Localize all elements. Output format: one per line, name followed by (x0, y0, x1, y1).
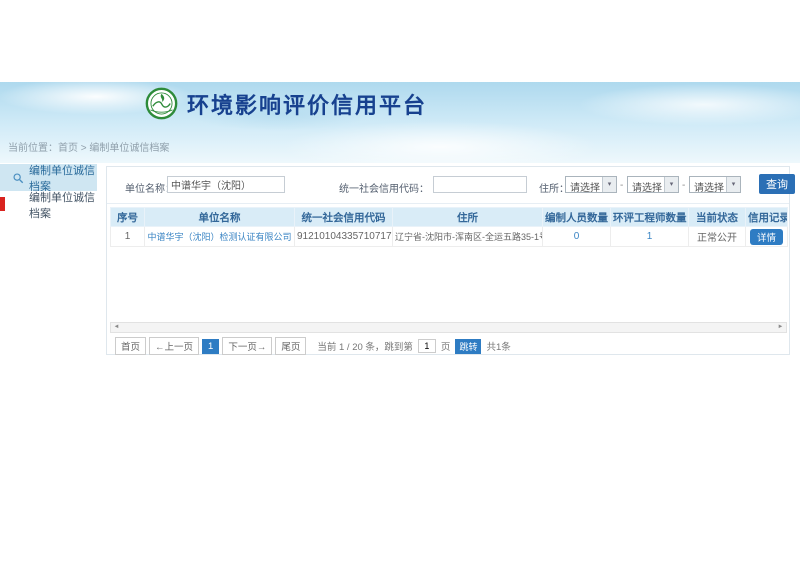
credit-code-input[interactable] (433, 176, 527, 193)
next-page-button[interactable]: 下一页→ (222, 337, 272, 355)
engineer-count-link[interactable]: 1 (647, 231, 653, 242)
chevron-down-icon: ▾ (726, 177, 740, 192)
brand: 环境影响评价信用平台 (145, 87, 427, 120)
current-page-button[interactable]: 1 (202, 339, 219, 354)
results-table: 序号 单位名称 统一社会信用代码 住所 编制人员数量 环评工程师数量 当前状态 … (110, 207, 788, 247)
form-divider (107, 203, 789, 204)
scroll-right-icon[interactable]: ► (775, 323, 786, 332)
col-engineer-count: 环评工程师数量 (611, 208, 689, 227)
unit-name-input[interactable] (167, 176, 285, 193)
last-page-button[interactable]: 尾页 (275, 337, 306, 355)
first-page-button[interactable]: 首页 (115, 337, 146, 355)
sidebar-item-unit-archive-active[interactable]: 编制单位诚信档案 (0, 164, 97, 191)
col-address: 住所 (393, 208, 543, 227)
table-header-row: 序号 单位名称 统一社会信用代码 住所 编制人员数量 环评工程师数量 当前状态 … (111, 208, 788, 227)
jump-button[interactable]: 跳转 (455, 339, 481, 354)
platform-logo-icon (145, 87, 178, 120)
sidebar-item-unit-archive[interactable]: 编制单位诚信档案 (0, 191, 97, 218)
search-icon (12, 172, 24, 184)
credit-code-label: 统一社会信用代码： (339, 180, 429, 195)
address-province-select[interactable]: 请选择 ▾ (565, 176, 617, 193)
horizontal-scrollbar[interactable]: ◄ ► (110, 322, 787, 333)
table-row: 1 中谱华宇（沈阳）检测认证有限公司 91210104335710717K 辽宁… (111, 227, 788, 247)
col-status: 当前状态 (689, 208, 746, 227)
col-staff-count: 编制人员数量 (543, 208, 611, 227)
cell-credit-code: 91210104335710717K (295, 227, 393, 247)
col-credit-record: 信用记录 (746, 208, 788, 227)
pagination-total: 共1条 (486, 339, 510, 353)
col-credit-code: 统一社会信用代码 (295, 208, 393, 227)
select-separator: - (620, 180, 623, 191)
address-district-select[interactable]: 请选择 ▾ (689, 176, 741, 193)
page-jump-input[interactable] (418, 339, 436, 353)
cell-address: 辽宁省-沈阳市-浑南区-全运五路35-1号楼902 (393, 227, 543, 247)
breadcrumb[interactable]: 当前位置：首页 > 编制单位诚信档案 (8, 139, 169, 154)
select-separator: - (682, 180, 685, 191)
cell-status: 正常公开 (689, 227, 746, 247)
cell-index: 1 (111, 227, 145, 247)
address-city-select[interactable]: 请选择 ▾ (627, 176, 679, 193)
col-unit-name: 单位名称 (145, 208, 295, 227)
main-panel: 单位名称： 统一社会信用代码： 住所： 请选择 ▾ - 请选择 ▾ - 请选择 … (106, 166, 790, 355)
staff-count-link[interactable]: 0 (574, 231, 580, 242)
pagination-info-middle: 页 (441, 339, 451, 353)
unit-name-link[interactable]: 中谱华宇（沈阳）检测认证有限公司 (147, 232, 291, 242)
red-marker-icon (0, 197, 5, 211)
chevron-down-icon: ▾ (664, 177, 678, 192)
search-button[interactable]: 查询 (759, 174, 795, 194)
pagination: 首页 ←上一页 1 下一页→ 尾页 当前 1 / 20 条，跳到第 页 跳转 共… (115, 338, 511, 354)
prev-page-button[interactable]: ←上一页 (149, 337, 199, 355)
site-header: 环境影响评价信用平台 当前位置：首页 > 编制单位诚信档案 (0, 82, 800, 163)
page-title: 环境影响评价信用平台 (187, 88, 427, 120)
sidebar: 编制单位诚信档案 编制单位诚信档案 (0, 164, 97, 218)
scroll-left-icon[interactable]: ◄ (111, 323, 122, 332)
pagination-info: 当前 1 / 20 条，跳到第 (317, 339, 413, 353)
detail-button[interactable]: 详情 (750, 229, 783, 245)
col-index: 序号 (111, 208, 145, 227)
chevron-down-icon: ▾ (602, 177, 616, 192)
sidebar-item-label: 编制单位诚信档案 (29, 189, 97, 221)
